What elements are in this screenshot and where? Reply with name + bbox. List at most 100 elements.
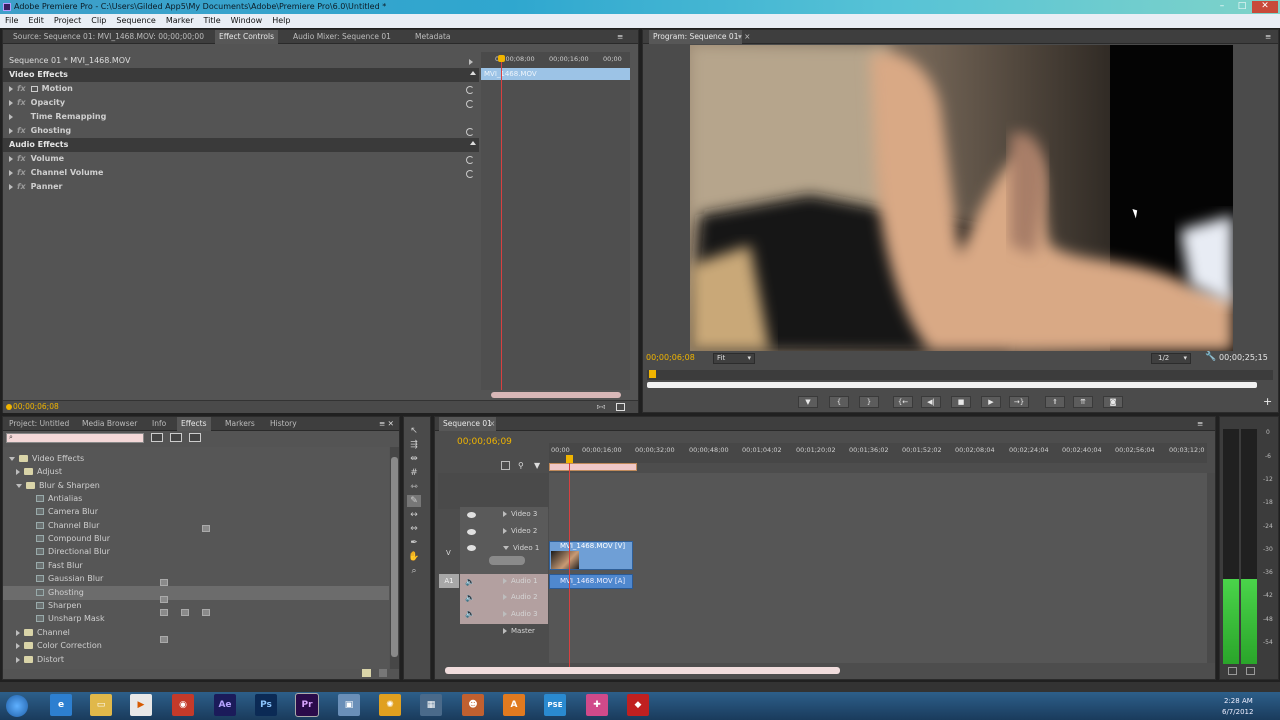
tab-info[interactable]: Info (152, 417, 166, 431)
ie-icon[interactable]: e (50, 694, 72, 716)
tab-project[interactable]: Project: Untitled (9, 417, 69, 431)
pen-tool-icon[interactable]: ✒ (407, 537, 421, 549)
program-current-timecode[interactable]: 00;00;06;08 (646, 353, 695, 362)
effect-controls-keyframe-area[interactable] (481, 80, 630, 390)
expand-icon[interactable] (9, 85, 13, 92)
snap-icon[interactable] (501, 461, 510, 470)
premiere-icon[interactable]: Pr (295, 693, 319, 717)
tab-sequence-01[interactable]: Sequence 01 (439, 417, 496, 431)
menu-sequence[interactable]: Sequence (111, 14, 160, 28)
hand-tool-icon[interactable]: ✋ (407, 551, 421, 563)
menu-help[interactable]: Help (267, 14, 295, 28)
mark-in-button[interactable]: { (829, 396, 849, 408)
close-button[interactable]: ✕ (1252, 1, 1278, 13)
track-video-3[interactable]: Video 3 (503, 507, 537, 522)
work-area-bar[interactable] (549, 463, 637, 471)
effect-row-opacity[interactable]: fx Opacity (3, 96, 65, 110)
export-frame-button[interactable]: ◙ (1103, 396, 1123, 408)
step-back-button[interactable]: ◀| (921, 396, 941, 408)
tree-adjust[interactable]: Adjust (16, 465, 62, 479)
effects-scrollbar[interactable] (390, 447, 399, 669)
expand-icon[interactable] (9, 183, 13, 190)
effect-item-unsharp-mask[interactable]: Unsharp Mask (36, 612, 105, 626)
minimize-button[interactable]: – (1212, 1, 1232, 13)
speaker-icon[interactable]: 🔈 (465, 609, 475, 618)
menu-title[interactable]: Title (199, 14, 226, 28)
timeline-vertical-scrollbar[interactable] (1207, 473, 1215, 663)
timeline-timecode[interactable]: 00;00;06;09 (457, 437, 512, 447)
speaker-icon[interactable]: 🔈 (465, 577, 475, 586)
effects-search-input[interactable]: ⌕ (6, 433, 144, 443)
effect-item-gaussian-blur[interactable]: Gaussian Blur (36, 572, 103, 586)
reset-icon[interactable] (466, 86, 474, 94)
go-to-out-button[interactable]: →} (1009, 396, 1029, 408)
video-clip[interactable]: MVI_1468.MOV [V] (549, 541, 633, 570)
effect-item-channel-blur[interactable]: Channel Blur (36, 519, 99, 533)
effect-controls-clip-bar[interactable]: MVI_1468.MOV (481, 68, 630, 80)
illustrator-icon[interactable]: A (503, 694, 525, 716)
timeline-playhead[interactable] (569, 455, 570, 667)
effect-row-channel-volume[interactable]: fx Channel Volume (3, 166, 103, 180)
tree-distort[interactable]: Distort (16, 653, 64, 667)
tab-metadata[interactable]: Metadata (415, 30, 451, 44)
mark-out-button[interactable]: } (859, 396, 879, 408)
effect-row-panner[interactable]: fx Panner (3, 180, 62, 194)
tree-color-correction[interactable]: Color Correction (16, 639, 102, 653)
media-player-icon[interactable]: ▶ (130, 694, 152, 716)
menu-window[interactable]: Window (226, 14, 268, 28)
menu-project[interactable]: Project (49, 14, 86, 28)
panel-menu-icon[interactable]: ≡ (1265, 30, 1271, 44)
slip-tool-icon[interactable]: ↔ (407, 509, 421, 521)
effect-item-sharpen[interactable]: Sharpen (36, 599, 81, 613)
app-icon[interactable]: ▦ (420, 694, 442, 716)
new-bin-icon[interactable] (362, 669, 371, 677)
tab-markers[interactable]: Markers (225, 417, 255, 431)
reset-icon[interactable] (466, 100, 474, 108)
effect-controls-timecode[interactable]: 00;00;06;08 (13, 402, 59, 411)
add-marker-button[interactable]: ▼ (798, 396, 818, 408)
menu-clip[interactable]: Clip (86, 14, 111, 28)
track-audio-1[interactable]: Audio 1 (503, 574, 538, 589)
track-audio-2[interactable]: Audio 2 (503, 590, 538, 605)
keyframe-navigator[interactable] (489, 556, 525, 565)
go-to-in-button[interactable]: {← (893, 396, 913, 408)
playhead-handle[interactable] (566, 455, 573, 463)
collapse-icon[interactable] (470, 71, 476, 75)
wrench-icon[interactable]: 🔧 (1205, 352, 1216, 362)
expand-icon[interactable] (9, 127, 13, 134)
tab-source[interactable]: Source: Sequence 01: MVI_1468.MOV: 00;00… (13, 30, 204, 44)
effect-item-fast-blur[interactable]: Fast Blur (36, 559, 83, 573)
start-button-icon[interactable] (6, 695, 28, 717)
effect-item-ghosting[interactable]: Ghosting (3, 586, 389, 600)
maximize-button[interactable]: □ (1233, 1, 1251, 13)
toggle-track-output-icon[interactable] (467, 545, 476, 551)
program-video-frame[interactable] (690, 45, 1233, 351)
solo-right-button[interactable] (1246, 667, 1255, 675)
yuv-effects-icon[interactable] (189, 433, 201, 442)
tab-program[interactable]: Program: Sequence 01 (649, 30, 743, 44)
tab-effects[interactable]: Effects (177, 417, 211, 431)
track-audio-3[interactable]: Audio 3 (503, 607, 538, 622)
effect-controls-zoom-scrollbar[interactable] (491, 392, 621, 398)
zoom-tool-icon[interactable]: ⌕ (407, 565, 421, 577)
panel-menu-icon[interactable]: ≡ (617, 30, 623, 44)
close-tab-icon[interactable]: × (489, 417, 495, 431)
rate-stretch-tool-icon[interactable]: ⇿ (407, 481, 421, 493)
effect-row-time-remapping[interactable]: fxTime Remapping (3, 110, 106, 124)
photoshop-icon[interactable]: Ps (255, 694, 277, 716)
timeline-ruler[interactable]: 00;00 00;00;16;00 00;00;32;00 00;00;48;0… (549, 443, 1207, 463)
expand-icon[interactable] (9, 113, 13, 120)
source-video-target-label[interactable]: V (446, 549, 451, 557)
effect-row-motion[interactable]: fx Motion (3, 82, 73, 96)
audio-clip[interactable]: MVI_1468.MOV [A] (549, 574, 633, 589)
effect-item-compound-blur[interactable]: Compound Blur (36, 532, 110, 546)
effect-row-ghosting[interactable]: fx Ghosting (3, 124, 71, 138)
lift-button[interactable]: ⇑ (1045, 396, 1065, 408)
razor-tool-icon[interactable]: ✎ (407, 495, 421, 507)
tab-media-browser[interactable]: Media Browser (82, 417, 137, 431)
stop-button[interactable]: ■ (951, 396, 971, 408)
tab-effect-controls[interactable]: Effect Controls (215, 30, 278, 44)
tree-channel[interactable]: Channel (16, 626, 70, 640)
tree-video-effects[interactable]: Video Effects (9, 452, 84, 466)
menu-file[interactable]: File (0, 14, 23, 28)
